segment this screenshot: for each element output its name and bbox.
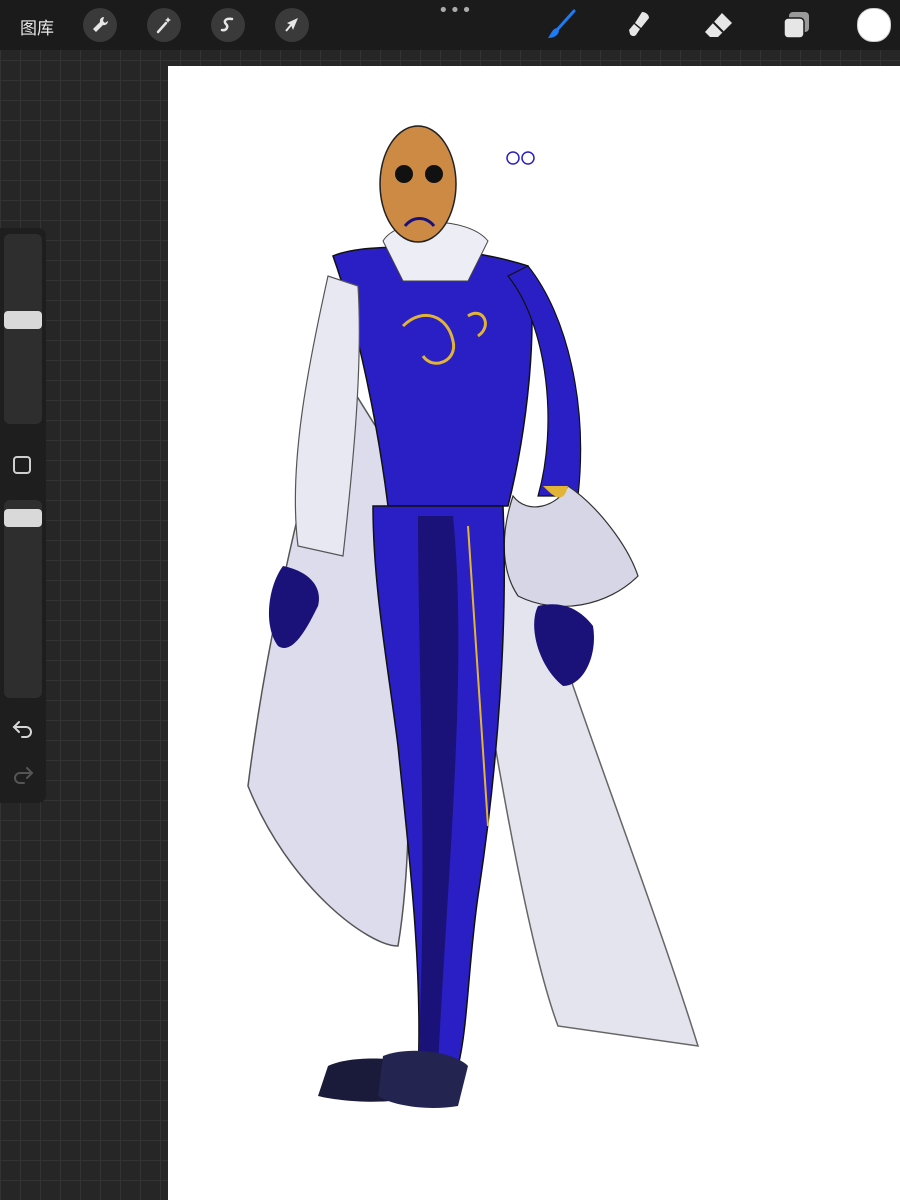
eraser-tool-button[interactable] (702, 8, 736, 42)
layers-button[interactable] (780, 8, 814, 42)
more-options-button[interactable]: ••• (438, 0, 473, 21)
gallery-button[interactable]: 图库 (20, 14, 54, 39)
adjustments-button[interactable] (147, 8, 181, 42)
transform-arrow-icon (285, 18, 298, 32)
redo-arrow-icon[interactable] (11, 762, 35, 786)
wrench-icon (93, 16, 109, 32)
eraser-icon (705, 13, 732, 37)
undo-arrow-icon[interactable] (11, 716, 35, 740)
top-toolbar: 图库 ••• (0, 0, 900, 50)
brush-icon (548, 9, 576, 38)
transform-button[interactable] (275, 8, 309, 42)
smudge-icon (629, 12, 649, 37)
magic-wand-icon (156, 17, 171, 34)
character-illustration (247, 125, 700, 1108)
brush-tool-button[interactable] (544, 8, 578, 42)
selection-button[interactable] (211, 8, 245, 42)
color-picker-button[interactable] (857, 8, 891, 42)
smudge-tool-button[interactable] (622, 8, 656, 42)
modify-button[interactable] (13, 456, 31, 474)
selection-icon (220, 17, 234, 32)
brush-size-slider-handle[interactable] (4, 311, 42, 330)
left-sidebar (0, 228, 46, 803)
actions-button[interactable] (83, 8, 117, 42)
opacity-slider[interactable] (4, 500, 42, 698)
opacity-slider-handle[interactable] (4, 509, 42, 527)
layers-icon (783, 12, 809, 39)
drawing-canvas[interactable] (168, 66, 900, 1200)
